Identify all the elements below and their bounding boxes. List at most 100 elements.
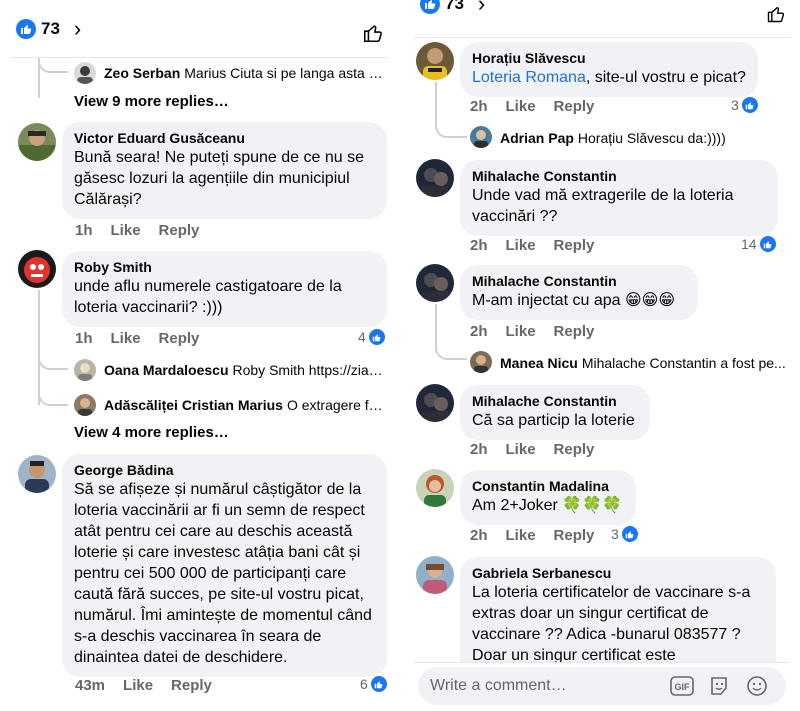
avatar-george[interactable]: [18, 455, 56, 493]
like-reaction-icon: [621, 526, 638, 542]
gif-icon[interactable]: GIF: [670, 675, 694, 702]
reply-author[interactable]: Adrian Pap: [500, 130, 574, 146]
view-more-replies-link[interactable]: View 9 more replies…: [74, 93, 229, 110]
comment-text: Să se afișeze și numărul câștigător de l…: [74, 481, 372, 666]
reaction-count: 6: [360, 676, 368, 692]
reaction-summary[interactable]: 3: [611, 526, 638, 542]
comment-time: 43m: [75, 677, 106, 694]
comment-bubble: Victor Eduard Gusăceanu Bună seara! Ne p…: [62, 122, 387, 219]
like-reaction-icon: [741, 97, 758, 113]
like-button[interactable]: Like: [506, 323, 536, 340]
emoji-icon[interactable]: [746, 675, 768, 702]
like-button[interactable]: Like: [111, 222, 141, 239]
reply-preview[interactable]: Adăscăliței Cristian Marius O extragere f…: [104, 397, 384, 413]
comment-bubble: Horațiu Slăvescu Loteria Romana, site-ul…: [460, 42, 758, 97]
avatar-gabriela[interactable]: [416, 556, 454, 594]
thread-connector: [38, 352, 68, 370]
reply-preview[interactable]: Zeo Serban Marius Ciuta si pe langa asta …: [104, 65, 384, 81]
comment-author[interactable]: Constantin Madalina: [472, 477, 624, 495]
like-button[interactable]: Like: [506, 98, 536, 115]
comment-actions: 2h Like Reply: [470, 237, 594, 254]
comment-author[interactable]: Mihalache Constantin: [472, 392, 638, 410]
comment-author[interactable]: Horațiu Slăvescu: [472, 49, 746, 67]
reply-button[interactable]: Reply: [554, 323, 595, 340]
reply-button[interactable]: Reply: [171, 677, 212, 694]
reactions-header[interactable]: 73 ›: [404, 0, 800, 23]
like-button[interactable]: Like: [111, 330, 141, 347]
reaction-summary[interactable]: 6: [360, 676, 387, 692]
reaction-summary[interactable]: 3: [731, 97, 758, 113]
comment-text: M-am injectat cu apa 😁😁😁: [472, 292, 675, 309]
reply-text: Mihalache Constantin a fost pe...: [581, 355, 786, 371]
reply-author[interactable]: Oana Mardaloescu: [104, 362, 229, 378]
reaction-summary[interactable]: 4: [358, 329, 385, 345]
reply-button[interactable]: Reply: [554, 441, 595, 458]
reply-button[interactable]: Reply: [554, 527, 595, 544]
avatar-roby-smith[interactable]: [18, 250, 56, 288]
avatar-victor[interactable]: [18, 123, 56, 161]
comment-author[interactable]: George Bădina: [74, 461, 375, 479]
avatar-adrian-pap[interactable]: [470, 126, 492, 148]
reply-author[interactable]: Zeo Serban: [104, 65, 180, 81]
view-more-replies-link[interactable]: View 4 more replies…: [74, 424, 229, 441]
avatar-constantin-madalina[interactable]: [416, 469, 454, 507]
thread-line: [435, 304, 437, 344]
comment-text: La loteria certificatelor de vaccinare s…: [472, 584, 751, 664]
avatar-zeo-serban[interactable]: [74, 62, 96, 84]
reply-preview[interactable]: Oana Mardaloescu Roby Smith https://ziar.…: [104, 362, 384, 378]
mention-link[interactable]: Loteria Romana: [472, 69, 586, 86]
comment-author[interactable]: Roby Smith: [74, 258, 375, 276]
comment-bubble: Roby Smith unde aflu numerele castigatoa…: [62, 251, 387, 327]
avatar-mihalache[interactable]: [416, 384, 454, 422]
thread-connector: [38, 58, 68, 73]
comment-author[interactable]: Gabriela Serbanescu: [472, 564, 764, 582]
reply-preview[interactable]: Adrian Pap Horațiu Slăvescu da:)))): [500, 130, 790, 146]
thread-line: [435, 82, 437, 122]
avatar-horatiu[interactable]: [416, 42, 454, 80]
sticker-icon[interactable]: [708, 675, 730, 702]
reply-button[interactable]: Reply: [159, 222, 200, 239]
chevron-right-icon[interactable]: ›: [478, 0, 485, 17]
like-button[interactable]: Like: [506, 527, 536, 544]
comment-input[interactable]: Write a comment…: [430, 677, 567, 695]
like-button[interactable]: Like: [123, 677, 153, 694]
avatar-mihalache[interactable]: [416, 159, 454, 197]
comment-actions: 2h Like Reply: [470, 323, 594, 340]
reaction-count: 73: [41, 19, 60, 38]
comment-bubble: Constantin Madalina Am 2+Joker 🍀🍀🍀: [460, 470, 636, 525]
reaction-summary[interactable]: 14: [741, 236, 776, 252]
comment-text: Unde vad mă extragerile de la loteria va…: [472, 187, 734, 225]
comment-bubble: Mihalache Constantin Unde vad mă extrage…: [460, 160, 778, 236]
thread-connector: [435, 120, 467, 138]
comment-time: 2h: [470, 98, 488, 115]
comment-actions: 2h Like Reply: [470, 441, 594, 458]
comment-text-rest: , site-ul vostru e picat?: [585, 69, 746, 86]
reply-button[interactable]: Reply: [159, 330, 200, 347]
thread-connector: [435, 342, 467, 360]
comment-author[interactable]: Mihalache Constantin: [472, 167, 766, 185]
reply-author[interactable]: Adăscăliței Cristian Marius: [104, 397, 283, 413]
reaction-count: 73: [445, 0, 464, 13]
avatar-adascalitei[interactable]: [74, 394, 96, 416]
reactions-header[interactable]: 73 ›: [0, 0, 398, 58]
comment-bubble: Mihalache Constantin Că sa particip la l…: [460, 385, 650, 440]
avatar-mihalache[interactable]: [416, 264, 454, 302]
reply-button[interactable]: Reply: [554, 237, 595, 254]
comment-author[interactable]: Victor Eduard Gusăceanu: [74, 129, 375, 147]
like-button[interactable]: Like: [506, 237, 536, 254]
comment-author[interactable]: Mihalache Constantin: [472, 272, 686, 290]
like-button[interactable]: Like: [506, 441, 536, 458]
comment-text: Am 2+Joker 🍀🍀🍀: [472, 497, 623, 514]
like-outline-icon[interactable]: [362, 22, 384, 49]
like-outline-icon[interactable]: [766, 4, 786, 29]
comment-time: 1h: [75, 330, 93, 347]
comment-time: 2h: [470, 527, 488, 544]
chevron-right-icon[interactable]: ›: [74, 16, 81, 42]
avatar-manea-nicu[interactable]: [470, 351, 492, 373]
like-reaction-icon: [16, 19, 36, 39]
comment-composer[interactable]: Write a comment… GIF: [418, 667, 786, 705]
avatar-oana[interactable]: [74, 359, 96, 381]
reply-button[interactable]: Reply: [554, 98, 595, 115]
reply-preview[interactable]: Manea Nicu Mihalache Constantin a fost pe…: [500, 355, 790, 371]
reply-author[interactable]: Manea Nicu: [500, 355, 578, 371]
